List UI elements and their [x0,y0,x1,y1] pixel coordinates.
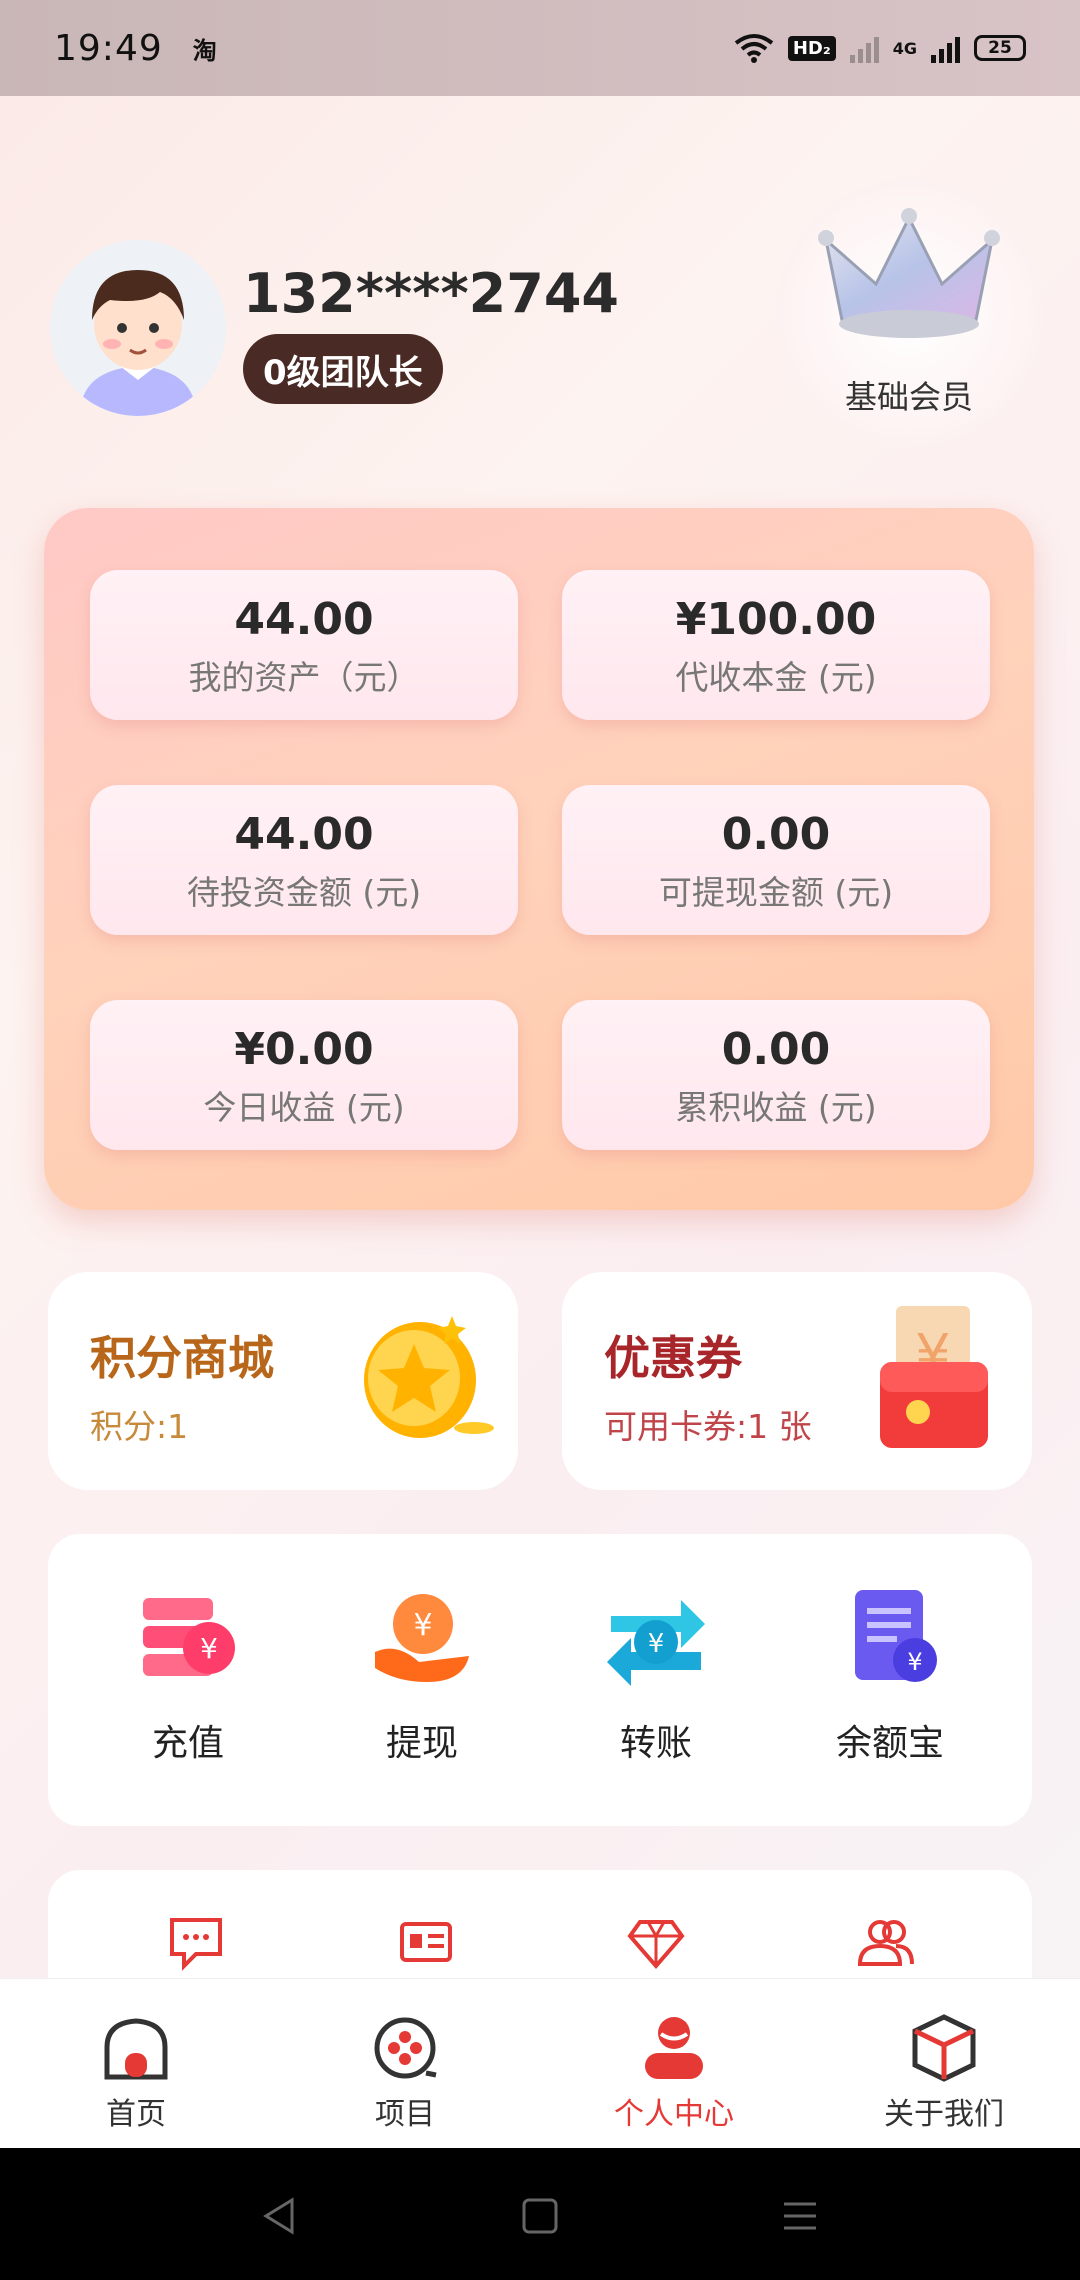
points-mall-card[interactable]: 积分商城 积分:1 [48,1272,518,1490]
bottom-tab-bar: 首页 项目 个人中心 关于我们 [0,1978,1080,2148]
system-navigation-bar [0,2148,1080,2280]
withdraw-icon: ¥ [375,1594,469,1682]
taobao-notification-icon: 淘 [192,36,217,65]
battery-icon: 25 [974,35,1026,61]
asset-label: 今日收益 (元) [203,1088,405,1127]
tab-project-label: 项目 [375,2097,435,2132]
asset-collected-principal[interactable]: ¥100.00 代收本金 (元) [562,570,990,720]
status-time: 19:49 [54,27,163,69]
wifi-icon [734,34,774,63]
network-type: 4G [892,38,917,58]
status-bar: 19:49 淘 HD₂ 4G 25 [0,0,1080,96]
assets-card: 44.00 我的资产（元） ¥100.00 代收本金 (元) 44.00 待投资… [44,508,1034,1210]
asset-value: 44.00 [234,809,374,860]
user-phone: 132****2744 [243,262,619,325]
gold-coin-icon [364,1316,494,1438]
asset-value: 44.00 [234,594,374,645]
balance-treasure-icon: ¥ [855,1590,937,1682]
tab-project[interactable]: 项目 [305,2013,505,2133]
id-card-icon[interactable] [396,1912,456,1972]
crown-icon [818,208,1000,338]
tab-about-label: 关于我们 [884,2097,1004,2132]
withdraw-label: 提现 [385,1723,458,1764]
tab-profile[interactable]: 个人中心 [574,2013,774,2133]
asset-label: 累积收益 (元) [675,1088,877,1127]
asset-label: 代收本金 (元) [675,658,877,697]
home-nav-icon[interactable] [518,2194,562,2238]
hd-voice-icon: HD₂ [787,35,836,61]
back-icon[interactable] [258,2194,302,2238]
recents-icon[interactable] [778,2194,822,2238]
asset-pending-investment[interactable]: 44.00 待投资金额 (元) [90,785,518,935]
project-icon [374,2017,437,2079]
asset-withdrawable[interactable]: 0.00 可提现金额 (元) [562,785,990,935]
signal-sim1-icon [849,33,879,63]
asset-value: 0.00 [721,809,831,860]
asset-today-earnings[interactable]: ¥0.00 今日收益 (元) [90,1000,518,1150]
asset-value: ¥100.00 [675,594,877,645]
home-icon [104,2018,168,2080]
transfer-icon: ¥ [607,1600,705,1686]
signal-sim2-icon [931,33,960,63]
points-mall-title: 积分商城 [90,1331,274,1385]
asset-label: 待投资金额 (元) [186,873,422,912]
transfer-label: 转账 [619,1723,692,1764]
coupons-subtitle: 可用卡券:1 张 [604,1407,812,1446]
svg-text:¥: ¥ [200,1632,218,1665]
level-badge: 0级团队长 [243,334,443,404]
recharge-icon: ¥ [143,1598,235,1676]
quick-actions: ¥ 充值 ¥ 提现 ¥ 转账 ¥ 余额宝 [48,1534,1032,1826]
profile-icon [645,2017,703,2079]
about-icon [912,2014,976,2082]
asset-value: 0.00 [721,1024,831,1075]
membership-label: 基础会员 [844,378,973,416]
balance-treasure-button[interactable]: ¥ 余额宝 [800,1582,980,1766]
points-mall-subtitle: 积分:1 [90,1407,189,1446]
withdraw-button[interactable]: ¥ 提现 [332,1582,512,1766]
tab-home-label: 首页 [106,2097,166,2132]
asset-value: ¥0.00 [234,1024,374,1075]
tab-about[interactable]: 关于我们 [844,2013,1044,2133]
svg-text:¥: ¥ [648,1629,665,1659]
svg-text:¥: ¥ [413,1608,432,1643]
transfer-button[interactable]: ¥ 转账 [566,1582,746,1766]
team-icon[interactable] [856,1912,916,1972]
svg-text:¥: ¥ [907,1648,922,1676]
recharge-button[interactable]: ¥ 充值 [98,1582,278,1766]
asset-label: 可提现金额 (元) [658,873,894,912]
coupons-card[interactable]: 优惠券 可用卡券:1 张 ¥ [562,1272,1032,1490]
coupons-title: 优惠券 [604,1331,742,1385]
red-envelope-icon: ¥ [880,1306,988,1448]
diamond-icon[interactable] [626,1912,686,1972]
asset-my-assets[interactable]: 44.00 我的资产（元） [90,570,518,720]
recharge-label: 充值 [151,1723,224,1764]
balance-treasure-label: 余额宝 [835,1723,944,1764]
tab-profile-label: 个人中心 [614,2097,734,2132]
asset-total-earnings[interactable]: 0.00 累积收益 (元) [562,1000,990,1150]
tab-home[interactable]: 首页 [36,2013,236,2133]
avatar[interactable] [50,240,226,416]
asset-label: 我的资产（元） [188,658,420,697]
message-icon[interactable] [166,1912,226,1972]
